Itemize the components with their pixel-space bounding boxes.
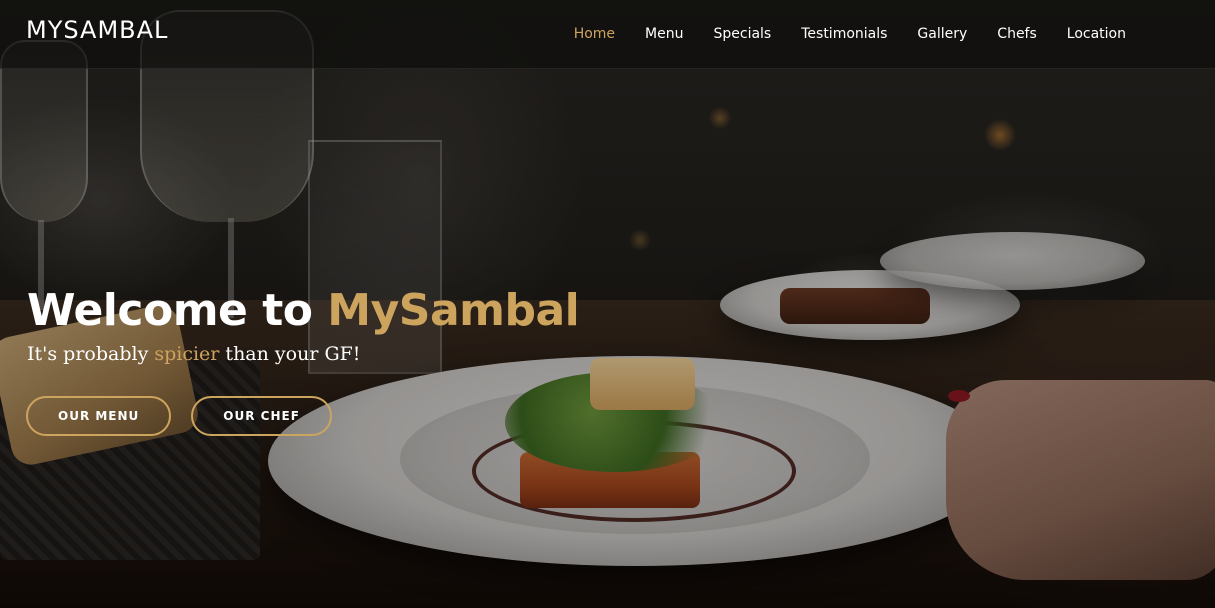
hero-buttons: OUR MENU OUR CHEF bbox=[26, 396, 332, 436]
our-chef-button[interactable]: OUR CHEF bbox=[191, 396, 332, 436]
hero-title: Welcome to MySambal bbox=[27, 283, 580, 339]
main-nav: Home Menu Specials Testimonials Gallery … bbox=[559, 0, 1141, 68]
nav-chefs[interactable]: Chefs bbox=[982, 26, 1051, 42]
hero-subtitle-accent: spicier bbox=[154, 343, 220, 365]
hero-title-prefix: Welcome to bbox=[27, 285, 328, 336]
nav-testimonials[interactable]: Testimonials bbox=[786, 26, 902, 42]
nav-specials[interactable]: Specials bbox=[698, 26, 786, 42]
site-header: MYSAMBAL Home Menu Specials Testimonials… bbox=[0, 0, 1215, 69]
hero-content: Welcome to MySambal It's probably spicie… bbox=[27, 283, 580, 367]
our-menu-button[interactable]: OUR MENU bbox=[26, 396, 172, 436]
hero-subtitle: It's probably spicier than your GF! bbox=[27, 341, 579, 367]
hero-section: MYSAMBAL Home Menu Specials Testimonials… bbox=[0, 0, 1215, 608]
nav-location[interactable]: Location bbox=[1052, 26, 1141, 42]
hero-subtitle-before: It's probably bbox=[27, 343, 155, 365]
nav-home[interactable]: Home bbox=[559, 26, 630, 42]
nav-gallery[interactable]: Gallery bbox=[902, 26, 982, 42]
nav-menu[interactable]: Menu bbox=[630, 26, 698, 42]
hero-title-brand: MySambal bbox=[327, 285, 580, 336]
site-logo[interactable]: MYSAMBAL bbox=[26, 16, 168, 44]
hero-subtitle-after: than your GF! bbox=[219, 343, 361, 365]
